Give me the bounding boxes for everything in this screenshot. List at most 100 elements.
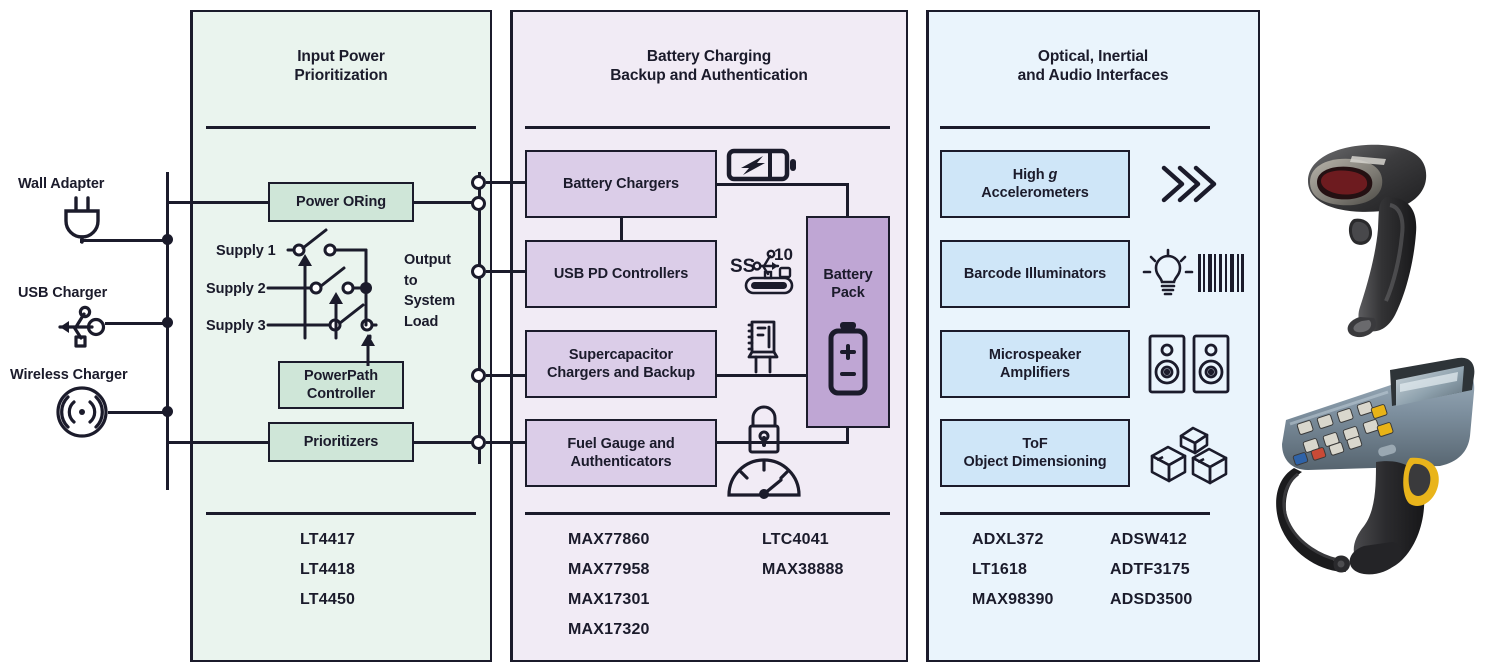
power-plug-icon [60, 196, 104, 244]
block-supercapacitor-label-line2: Chargers and Backup [547, 365, 695, 381]
switch-control-arrow-3-icon [358, 330, 378, 366]
block-fuel-gauge-authenticators[interactable]: Fuel Gauge and Authenticators [525, 419, 717, 487]
block-power-oring[interactable]: Power ORing [268, 182, 414, 222]
output-to-system-load-label: Output to System Load [404, 252, 455, 330]
panel-battery-header-rule [525, 126, 890, 129]
port-usb-pd[interactable] [471, 264, 486, 279]
block-prioritizers-label: Prioritizers [303, 433, 379, 450]
lock-icon [742, 404, 786, 456]
port-battery-chargers[interactable] [471, 175, 486, 190]
panel-battery-left-rail [510, 10, 513, 662]
wire-to-usb-pd [486, 270, 526, 273]
block-barcode-illuminators[interactable]: Barcode Illuminators [940, 240, 1130, 308]
block-microspeaker-label-line2: Amplifiers [1000, 365, 1070, 381]
port-power-oring[interactable] [471, 196, 486, 211]
panel-battery-parts-rule [525, 512, 890, 515]
chevrons-icon [1158, 162, 1220, 206]
junction-dot-usb [162, 317, 173, 328]
wire-bus-to-prioritizers [166, 441, 270, 444]
battery-cell-icon [824, 322, 872, 398]
panel-optical-parts-col2: ADSW412 ADTF3175 ADSD3500 [1110, 525, 1193, 615]
wire-to-supercap [486, 374, 526, 377]
panel-battery-parts-col1: MAX77860 MAX77958 MAX17301 MAX17320 [568, 525, 650, 645]
wall-adapter-label: Wall Adapter [18, 176, 105, 192]
handheld-barcode-scanner-photo [1290, 135, 1470, 345]
boxes-icon [1148, 424, 1230, 488]
supply-1-label: Supply 1 [216, 243, 276, 259]
panel-optical-title-line1: Optical, Inertial [1037, 48, 1149, 65]
battery-pack-label-line2: Pack [831, 285, 865, 302]
part-number: MAX77958 [568, 560, 650, 578]
part-number: LT4417 [300, 531, 356, 548]
panel-battery-title-line1: Battery Charging [646, 48, 772, 65]
port-fuel-gauge[interactable] [471, 435, 486, 450]
rugged-mobile-computer-photo [1272, 357, 1482, 598]
panel-input-title: Input Power Prioritization [190, 48, 492, 86]
usb-charger-label: USB Charger [18, 285, 108, 301]
part-number: LT4418 [300, 560, 356, 578]
capacitor-icon [742, 318, 784, 376]
junction-dot-wireless [162, 406, 173, 417]
part-number: LT1618 [972, 560, 1028, 578]
panel-optical-left-rail [926, 10, 929, 662]
block-powerpath-controller[interactable]: PowerPath Controller [278, 361, 404, 409]
svg-text:SS: SS [730, 256, 755, 277]
block-tof-label-line1: ToF [1022, 435, 1048, 452]
wireless-charging-icon [55, 385, 109, 439]
panel-input-parts-list: LT4417 LT4418 LT4450 [300, 525, 355, 615]
supply-2-label: Supply 2 [206, 281, 266, 297]
block-battery-chargers[interactable]: Battery Chargers [525, 150, 717, 218]
panel-optical-parts-col1: ADXL372 LT1618 MAX98390 [972, 525, 1054, 615]
part-number: ADSD3500 [1110, 590, 1193, 608]
block-usb-pd-controllers-label: USB PD Controllers [553, 265, 689, 282]
panel-input-title-line2: Prioritization [294, 66, 388, 84]
junction-dot-wall [162, 234, 173, 245]
part-number: MAX77860 [568, 531, 650, 548]
wire-to-battery-chargers [486, 181, 526, 184]
panel-input-header-rule [206, 126, 476, 129]
usb-superspeed-10-icon: SS 10 [730, 245, 798, 298]
panel-left-rail [190, 10, 193, 662]
gauge-icon [724, 455, 804, 499]
block-tof-label-line2: Object Dimensioning [963, 454, 1107, 470]
part-number: MAX38888 [762, 560, 844, 578]
block-microspeaker-amplifiers[interactable]: Microspeaker Amplifiers [940, 330, 1130, 398]
supply-3-label: Supply 3 [206, 318, 266, 334]
battery-charging-icon [726, 146, 798, 184]
block-microspeaker-label-line1: Microspeaker [988, 346, 1082, 363]
block-prioritizers[interactable]: Prioritizers [268, 422, 414, 462]
block-diagram-canvas: Wall Adapter USB Charger Wireless Charge… [0, 0, 1486, 672]
bulb-barcode-icon [1142, 248, 1246, 302]
panel-battery-parts-col2: LTC4041 MAX38888 [762, 525, 844, 585]
panel-optical-parts-rule [940, 512, 1210, 515]
wire-bus-to-oring [166, 201, 270, 204]
svg-text:10: 10 [774, 245, 793, 264]
block-usb-pd-controllers[interactable]: USB PD Controllers [525, 240, 717, 308]
block-supercapacitor-label-line1: Supercapacitor [568, 346, 674, 363]
block-powerpath-controller-label-line2: Controller [306, 386, 376, 402]
part-number: LTC4041 [762, 531, 829, 548]
part-number: ADTF3175 [1110, 560, 1190, 578]
block-battery-chargers-label: Battery Chargers [562, 175, 680, 192]
block-powerpath-controller-label-line1: PowerPath [303, 367, 379, 384]
part-number: MAX17320 [568, 620, 650, 638]
block-fuel-gauge-label-line1: Fuel Gauge and [567, 435, 675, 452]
panel-optical-title-line2: and Audio Interfaces [1017, 66, 1169, 84]
wire-chargers-to-pack-v [846, 183, 849, 216]
block-power-oring-label: Power ORing [296, 193, 386, 210]
panel-battery-title-line2: Backup and Authentication [610, 66, 808, 84]
panel-optical-title: Optical, Inertial and Audio Interfaces [926, 48, 1260, 86]
speakers-icon [1148, 334, 1232, 394]
block-supercapacitor-chargers[interactable]: Supercapacitor Chargers and Backup [525, 330, 717, 398]
panel-input-parts-rule [206, 512, 476, 515]
block-barcode-illuminators-label: Barcode Illuminators [963, 265, 1107, 282]
part-number: MAX17301 [568, 590, 650, 608]
block-fuel-gauge-label-line2: Authenticators [570, 454, 672, 470]
block-high-g-accelerometers[interactable]: High g Accelerometers [940, 150, 1130, 218]
block-tof-object-dimensioning[interactable]: ToF Object Dimensioning [940, 419, 1130, 487]
wire-to-fuel-gauge [486, 441, 526, 444]
battery-pack-label-line1: Battery [823, 267, 873, 283]
port-supercap[interactable] [471, 368, 486, 383]
block-high-g-label-line2: Accelerometers [981, 185, 1089, 201]
part-number: ADSW412 [1110, 531, 1187, 548]
